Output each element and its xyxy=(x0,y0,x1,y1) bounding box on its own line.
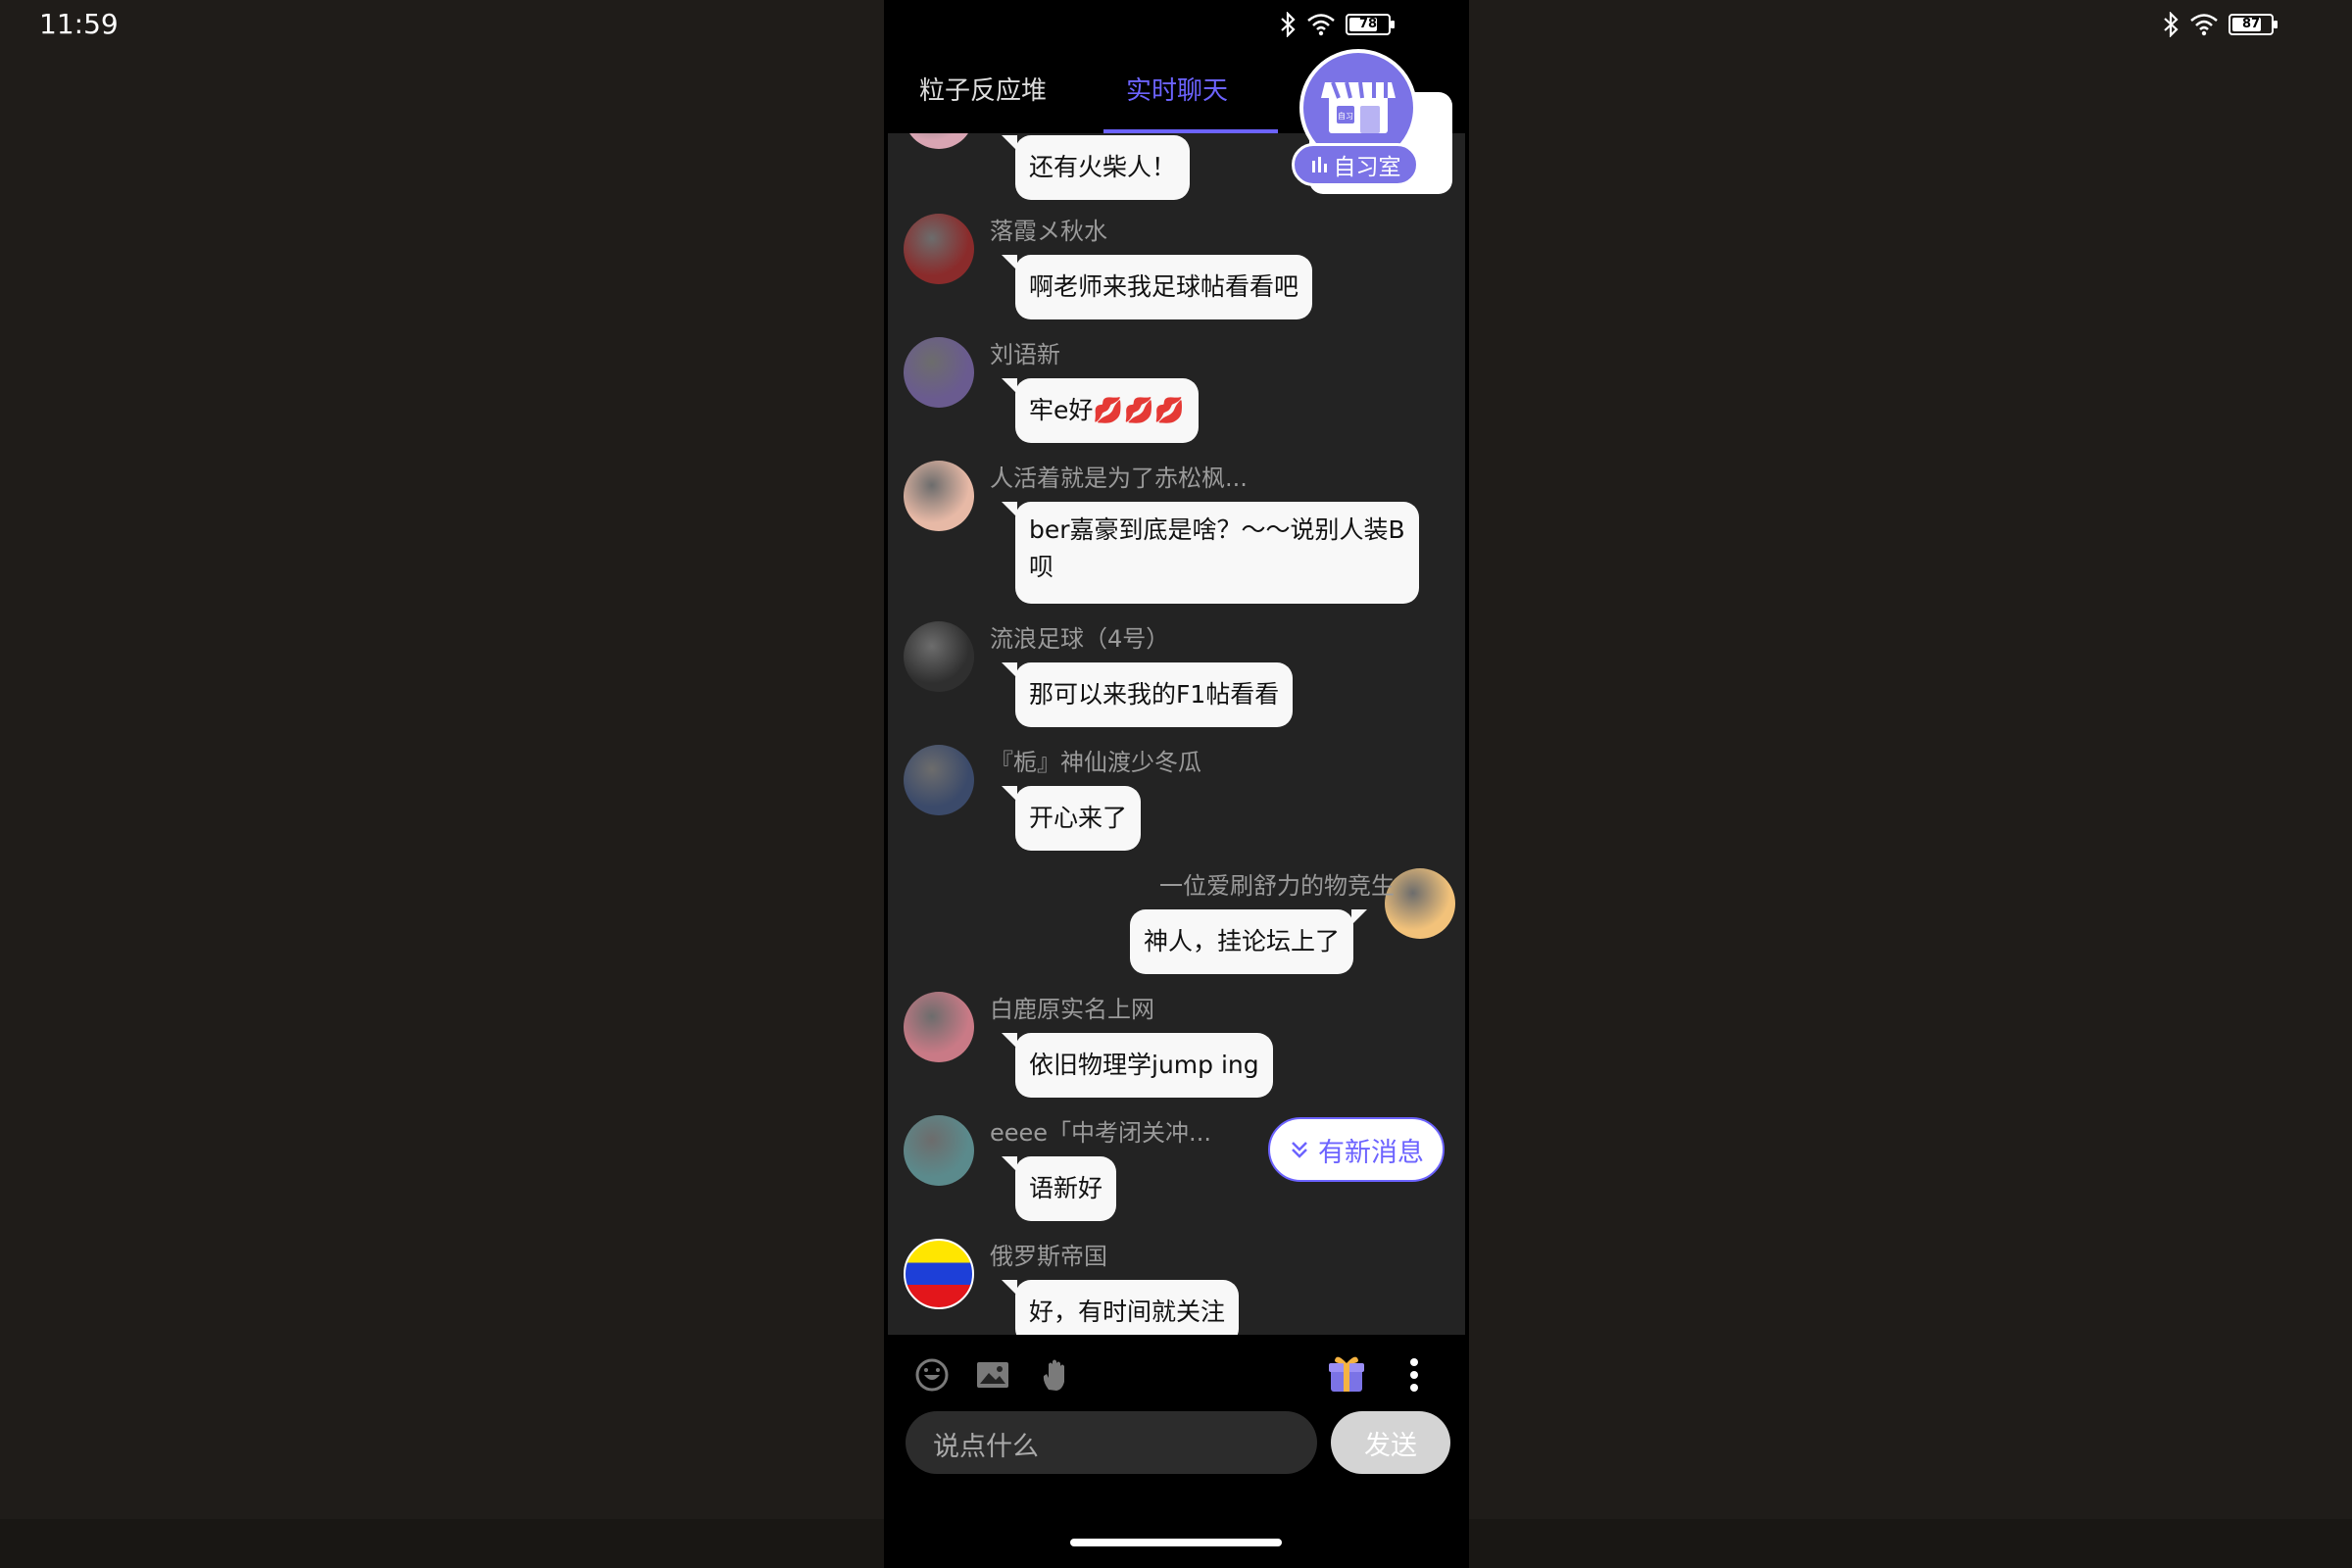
double-chevron-down-icon xyxy=(1292,1142,1307,1158)
message-bubble[interactable]: 开心来了 xyxy=(1001,786,1142,851)
username: 一位爱刷舒力的物竞生 xyxy=(1159,872,1395,900)
tab-particle-reactor[interactable]: 粒子反应堆 xyxy=(919,71,1047,107)
username: eeee「中考闭关冲... xyxy=(990,1119,1211,1147)
message-bubble[interactable]: 语新好 xyxy=(1001,1156,1117,1221)
user-avatar[interactable] xyxy=(904,461,974,531)
new-message-button[interactable]: 有新消息 xyxy=(1268,1117,1445,1182)
battery-icon: 87 xyxy=(2229,14,2278,35)
home-indicator[interactable] xyxy=(1070,1539,1282,1546)
username: 落霞メ秋水 xyxy=(990,218,1107,245)
new-message-label: 有新消息 xyxy=(1318,1137,1424,1168)
chat-toolbar xyxy=(884,1335,1469,1413)
message-bubble[interactable]: 好，有时间就关注 xyxy=(1001,1280,1240,1335)
bar-chart-icon xyxy=(1311,157,1327,172)
message-input[interactable]: 说点什么 xyxy=(906,1411,1317,1474)
message-bubble[interactable]: 牢e好💋💋💋 xyxy=(1002,378,1199,443)
outer-status-icons: 87 xyxy=(2162,12,2278,37)
wifi-icon xyxy=(2190,14,2218,36)
tab-live-chat[interactable]: 实时聊天 xyxy=(1126,71,1228,107)
username: 『栀』神仙渡少冬瓜 xyxy=(990,749,1201,776)
wifi-icon xyxy=(1307,14,1335,36)
message-bubble[interactable]: 还有火柴人！ xyxy=(1001,135,1191,200)
bluetooth-icon xyxy=(1281,12,1296,37)
battery-icon: 78 xyxy=(1346,14,1395,35)
gift-icon[interactable] xyxy=(1325,1352,1368,1396)
user-avatar[interactable] xyxy=(904,337,974,408)
user-avatar[interactable] xyxy=(904,1239,974,1309)
phone-status-bar: 78 xyxy=(884,0,1469,49)
study-room-label: 自习室 xyxy=(1292,143,1419,186)
phone-screen: 78 粒子反应堆 实时聊天 还有火柴人！ 落霞メ秋水啊老师来我足球帖看看吧刘语新牢… xyxy=(884,0,1469,1568)
message-bubble[interactable]: 啊老师来我足球帖看看吧 xyxy=(1001,255,1313,319)
message-bubble[interactable]: 那可以来我的F1帖看看 xyxy=(1001,662,1294,727)
username: 流浪足球（4号） xyxy=(990,625,1170,653)
user-avatar[interactable] xyxy=(904,214,974,284)
study-room-button[interactable]: 自习 自习室 xyxy=(1290,49,1452,196)
bluetooth-icon xyxy=(2164,12,2179,37)
user-avatar[interactable] xyxy=(1385,868,1455,939)
more-icon[interactable] xyxy=(1409,1356,1419,1394)
emoji-icon[interactable] xyxy=(913,1356,951,1394)
message-bubble[interactable]: 神人，挂论坛上了 xyxy=(1129,909,1368,974)
username: 刘语新 xyxy=(990,341,1060,368)
message-bubble[interactable]: ber嘉豪到底是啥？〜〜说别人装B呗 xyxy=(1002,502,1419,604)
user-avatar[interactable] xyxy=(904,745,974,815)
message-bubble[interactable]: 依旧物理学jump ing xyxy=(1002,1033,1273,1098)
user-avatar[interactable] xyxy=(904,621,974,692)
username: 白鹿原实名上网 xyxy=(990,996,1154,1023)
hand-icon[interactable] xyxy=(1037,1356,1074,1394)
username: 俄罗斯帝国 xyxy=(990,1243,1107,1270)
username: 人活着就是为了赤松枫... xyxy=(990,465,1248,492)
user-avatar[interactable] xyxy=(904,992,974,1062)
phone-status-icons: 78 xyxy=(1279,12,1395,37)
input-row: 说点什么 发送 xyxy=(884,1411,1469,1474)
outer-clock: 11:59 xyxy=(39,8,119,40)
user-avatar[interactable] xyxy=(904,133,974,149)
user-avatar[interactable] xyxy=(904,1115,974,1186)
image-icon[interactable] xyxy=(974,1356,1011,1394)
study-room-text: 自习室 xyxy=(1333,155,1401,180)
send-button[interactable]: 发送 xyxy=(1331,1411,1450,1474)
svg-text:自习: 自习 xyxy=(1338,111,1353,121)
